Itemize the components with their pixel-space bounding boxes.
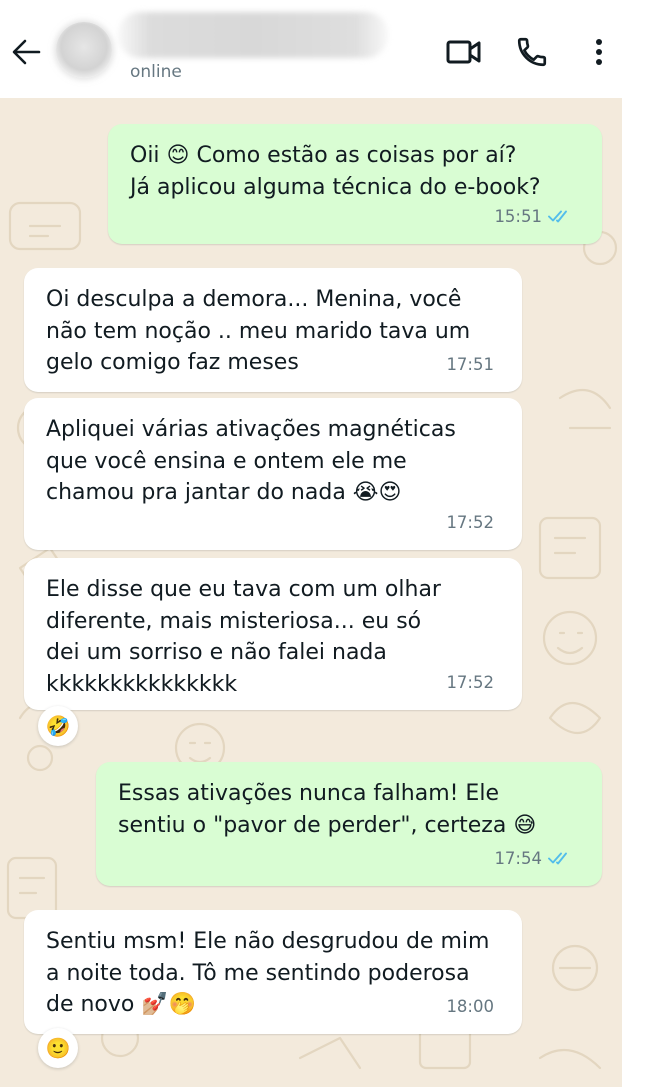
contact-status: online bbox=[130, 62, 182, 82]
voice-call-icon[interactable] bbox=[512, 34, 552, 70]
double-check-icon bbox=[548, 851, 572, 865]
message-incoming[interactable]: Apliquei várias ativações magnéticas que… bbox=[24, 398, 522, 550]
message-time: 17:51 bbox=[446, 354, 494, 374]
message-outgoing[interactable]: Oii 😊 Como estão as coisas por aí? Já ap… bbox=[108, 124, 602, 244]
message-time: 15:51 bbox=[494, 206, 542, 226]
message-incoming[interactable]: Ele disse que eu tava com um olhar difer… bbox=[24, 558, 522, 710]
message-outgoing[interactable]: Essas ativações nunca falham! Ele sentiu… bbox=[96, 762, 602, 886]
message-incoming[interactable]: Oi desculpa a demora... Menina, você não… bbox=[24, 268, 522, 392]
chat-header: online bbox=[0, 0, 649, 98]
back-arrow-icon[interactable] bbox=[10, 34, 42, 70]
contact-name[interactable] bbox=[130, 22, 380, 46]
message-meta: 17:52 bbox=[446, 667, 494, 699]
message-reaction[interactable]: 🤣 bbox=[38, 706, 78, 746]
message-meta: 18:00 bbox=[446, 991, 494, 1023]
message-time: 17:52 bbox=[446, 672, 494, 692]
message-meta: 15:51 bbox=[494, 201, 572, 233]
message-text: Sentiu msm! Ele não desgrudou de mim a n… bbox=[46, 929, 490, 1017]
message-meta: 17:52 bbox=[446, 507, 494, 539]
reaction-emoji: 🙂 bbox=[45, 1036, 71, 1060]
message-incoming[interactable]: Sentiu msm! Ele não desgrudou de mim a n… bbox=[24, 910, 522, 1034]
message-text: Ele disse que eu tava com um olhar difer… bbox=[46, 577, 441, 697]
message-reaction[interactable]: 🙂 bbox=[38, 1028, 78, 1068]
message-meta: 17:54 bbox=[494, 843, 572, 875]
message-text: Oi desculpa a demora... Menina, você não… bbox=[46, 287, 471, 375]
reaction-emoji: 🤣 bbox=[45, 714, 71, 738]
message-time: 17:54 bbox=[494, 848, 542, 868]
message-text: Essas ativações nunca falham! Ele sentiu… bbox=[118, 781, 537, 838]
contact-avatar[interactable] bbox=[56, 22, 112, 78]
video-call-icon[interactable] bbox=[444, 34, 484, 70]
double-check-icon bbox=[548, 209, 572, 223]
message-time: 17:52 bbox=[446, 512, 494, 532]
chat-area[interactable]: Oii 😊 Como estão as coisas por aí? Já ap… bbox=[0, 98, 622, 1087]
message-meta: 17:51 bbox=[446, 349, 494, 381]
message-text: Oii 😊 Como estão as coisas por aí? Já ap… bbox=[130, 143, 541, 200]
message-text: Apliquei várias ativações magnéticas que… bbox=[46, 417, 456, 505]
more-options-icon[interactable] bbox=[584, 34, 614, 70]
screen-edge bbox=[622, 98, 649, 1087]
message-time: 18:00 bbox=[446, 996, 494, 1016]
